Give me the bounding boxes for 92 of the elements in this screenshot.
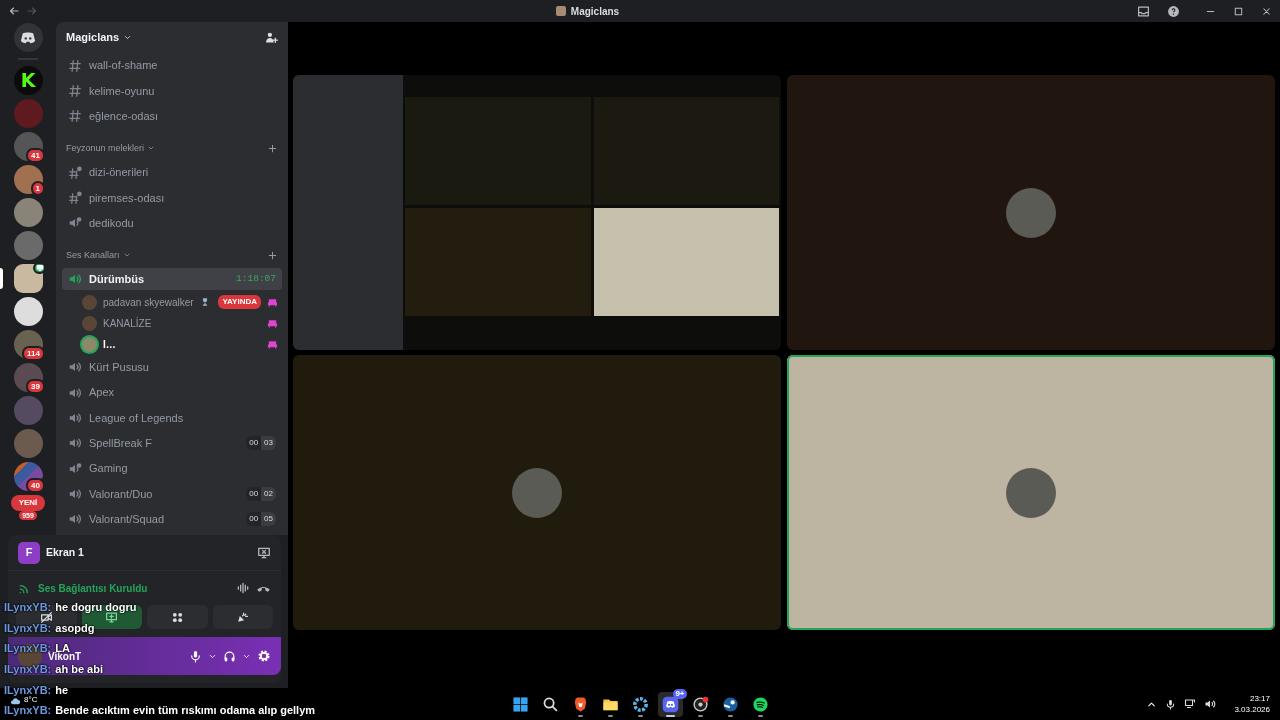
home-button[interactable] xyxy=(13,23,43,52)
couch-icon xyxy=(267,296,278,308)
server-photo[interactable] xyxy=(13,264,43,293)
couch-icon xyxy=(267,317,278,329)
channel-item[interactable]: eğlence-odası xyxy=(62,103,282,129)
hash-icon xyxy=(68,83,82,98)
unread-badge: 40 xyxy=(26,478,45,493)
temperature: 8°C xyxy=(24,696,38,704)
plus-icon[interactable] xyxy=(267,142,278,154)
channel-item[interactable]: Valorant/Squad 00 05 xyxy=(62,506,282,532)
channel-item[interactable]: SpellBreak F 00 03 xyxy=(62,430,282,456)
settings-icon[interactable] xyxy=(257,649,271,663)
hash-icon xyxy=(68,190,82,205)
channel-item[interactable]: Gaming xyxy=(62,455,282,482)
channel-item[interactable]: piremses-odası xyxy=(62,185,282,211)
new-servers-pill[interactable]: YENİ xyxy=(10,495,46,511)
unread-badge: 41 xyxy=(26,148,45,163)
chat-author: ILynxYB: xyxy=(4,622,52,633)
member-name[interactable]: KANALİZE xyxy=(103,315,152,331)
microphone-icon[interactable] xyxy=(189,649,202,663)
chat-message: Bende acıktım evin tüm rıskımı odama alıp gellym xyxy=(55,705,316,716)
waveform-icon[interactable] xyxy=(236,581,250,595)
category-header[interactable]: Feyzonun melekleri xyxy=(66,141,145,156)
avatar xyxy=(1006,467,1056,518)
channel-item[interactable]: Valorant/Duo 00 02 xyxy=(62,481,282,507)
chat-message: asopdg xyxy=(55,622,95,633)
channel-item[interactable]: wall-of-shame xyxy=(62,53,282,79)
user-limit-counter: 00 02 xyxy=(246,486,276,501)
monitor-icon[interactable] xyxy=(1184,698,1197,710)
unread-badge: 39 xyxy=(26,379,45,394)
participant-tile[interactable] xyxy=(787,355,1275,630)
speaker-icon xyxy=(68,461,82,476)
stream-avatar: F xyxy=(18,541,40,564)
back-arrow-icon[interactable] xyxy=(8,5,20,17)
speaker-icon xyxy=(68,411,82,425)
chat-author: ILynxYB: xyxy=(4,684,52,695)
clock-time[interactable]: 23:17 xyxy=(1249,693,1270,704)
category-header[interactable]: Ses Kanalları xyxy=(66,248,120,263)
server-icon xyxy=(555,6,566,16)
chat-message: he dogru dogru xyxy=(55,602,137,613)
participant-tile[interactable] xyxy=(787,75,1275,350)
selected-indicator xyxy=(0,268,3,289)
channel-item[interactable]: dedikodu xyxy=(62,210,282,236)
close-icon[interactable] xyxy=(1261,5,1272,17)
channel-item[interactable]: League of Legends xyxy=(62,405,282,431)
window-title: Magiclans xyxy=(570,4,620,19)
member-name[interactable]: I… xyxy=(103,336,116,352)
call-timer: 1:18:07 xyxy=(236,271,276,286)
live-badge: YAYINDA xyxy=(218,295,261,310)
chat-author: ILynxYB: xyxy=(4,602,52,613)
avatar xyxy=(512,467,562,518)
chevron-down-icon[interactable] xyxy=(123,33,133,42)
channel-item[interactable]: Dürümbüs 1:18:07 xyxy=(62,267,282,290)
volume-icon[interactable] xyxy=(1204,698,1217,710)
notification-badge: 9+ xyxy=(673,688,687,699)
hash-icon xyxy=(68,58,82,73)
hash-icon xyxy=(68,109,82,124)
microphone-icon[interactable] xyxy=(1165,698,1177,710)
unread-badge: 114 xyxy=(22,346,45,361)
clock-date[interactable]: 3.03.2026 xyxy=(1234,704,1270,715)
plus-icon[interactable] xyxy=(267,249,278,261)
couch-icon xyxy=(267,338,278,350)
server-icon[interactable]: K xyxy=(13,66,43,95)
weather-cloud-icon[interactable] xyxy=(10,696,21,705)
hash-icon xyxy=(68,165,82,180)
member-name[interactable]: padavan skyewalker xyxy=(103,294,194,310)
soundboard-icon xyxy=(236,610,250,624)
channel-item[interactable]: Apex xyxy=(62,380,282,406)
server-name[interactable]: Magiclans xyxy=(66,29,120,46)
chat-message: he xyxy=(55,684,69,695)
stream-title: Ekran 1 xyxy=(46,544,84,560)
maximize-icon[interactable] xyxy=(1233,5,1244,17)
chat-author: ILynxYB: xyxy=(4,705,52,716)
server-photo[interactable] xyxy=(13,297,43,326)
user-limit-counter: 00 05 xyxy=(246,512,276,527)
channel-item[interactable]: kelime-oyunu xyxy=(62,78,282,104)
channel-item[interactable]: dizi-önerileri xyxy=(62,159,282,186)
channel-item[interactable]: Kürt Pususu xyxy=(62,354,282,381)
chat-author: ILynxYB: xyxy=(4,643,52,654)
user-limit-counter: 00 03 xyxy=(246,436,276,451)
avatar xyxy=(1006,187,1056,238)
inbox-icon[interactable] xyxy=(1137,4,1150,18)
headphones-icon[interactable] xyxy=(223,649,236,663)
activities-icon xyxy=(170,610,184,624)
add-member-icon[interactable] xyxy=(265,31,278,44)
participant-tile[interactable] xyxy=(293,355,781,630)
activities-button[interactable] xyxy=(147,605,208,629)
stop-stream-icon[interactable] xyxy=(257,545,271,560)
connection-status[interactable]: Ses Bağlantısı Kuruldu xyxy=(38,580,148,596)
chat-message: ah be abi xyxy=(55,664,103,675)
screen-share-drawing[interactable] xyxy=(293,75,781,350)
help-icon[interactable] xyxy=(1167,4,1180,18)
